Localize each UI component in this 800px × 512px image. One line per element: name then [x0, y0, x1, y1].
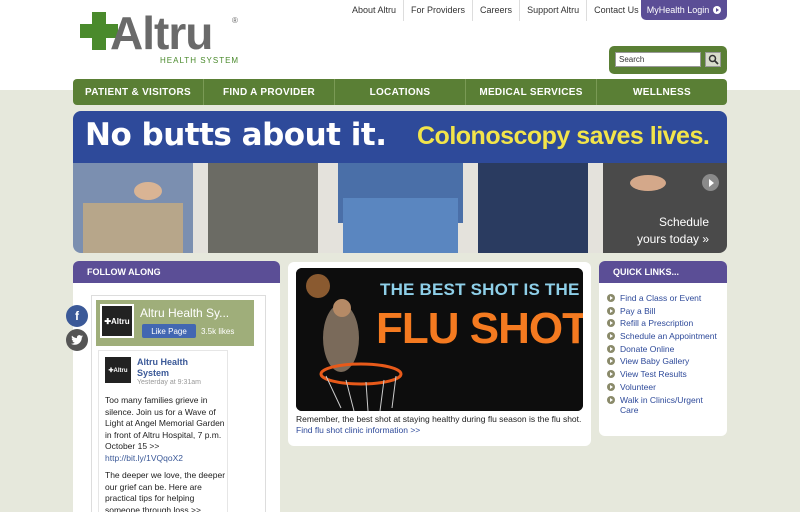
- flu-headline-big: FLU SHOT: [376, 304, 583, 353]
- fb-post-time[interactable]: Yesterday at 9:31am: [137, 379, 201, 386]
- fb-cover: ✚Altru Altru Health Sy... Like Page 3.5k…: [96, 300, 254, 346]
- hero-banner[interactable]: No butts about it. Colonoscopy saves liv…: [73, 111, 727, 253]
- quick-link-test-results[interactable]: View Test Results: [607, 369, 723, 379]
- logo-text: Altru: [110, 7, 213, 59]
- arrow-bullet-icon: [607, 319, 615, 328]
- main-nav: PATIENT & VISITORS FIND A PROVIDER LOCAT…: [73, 79, 727, 105]
- flu-shot-banner[interactable]: THE BEST SHOT IS THE FLU SHOT: [296, 268, 583, 411]
- fb-like-label: Like Page: [151, 326, 187, 336]
- arrow-bullet-icon: [607, 357, 615, 366]
- arrow-bullet-icon: [607, 294, 615, 302]
- nav-locations[interactable]: LOCATIONS: [334, 79, 465, 105]
- hero-cta-line1: Schedule: [658, 215, 709, 229]
- fb-post-author[interactable]: Altru Health System: [137, 357, 217, 379]
- flu-shot-panel: THE BEST SHOT IS THE FLU SHOT Remember, …: [288, 262, 591, 446]
- arrow-bullet-icon: [607, 370, 615, 379]
- hero-headline-band: No butts about it. Colonoscopy saves liv…: [73, 111, 727, 163]
- quick-links-title: QUICK LINKS...: [599, 261, 727, 283]
- fb-page-name[interactable]: Altru Health Sy...: [140, 306, 229, 320]
- quick-link-label: Walk in Clinics/Urgent Care: [620, 394, 703, 415]
- fb-post-link[interactable]: http://bit.ly/1VQqoX2: [105, 453, 183, 463]
- nav-wellness[interactable]: WELLNESS: [596, 79, 727, 105]
- quick-link-baby-gallery[interactable]: View Baby Gallery: [607, 356, 723, 366]
- fb-post: ✚Altru Altru Health System Yesterday at …: [98, 350, 228, 512]
- link-contact[interactable]: Contact Us: [586, 0, 646, 21]
- flu-caption-text: Remember, the best shot at staying healt…: [296, 414, 582, 424]
- quick-link-schedule[interactable]: Schedule an Appointment: [607, 331, 723, 341]
- quick-link-label: Volunteer: [620, 381, 656, 392]
- search-box: [609, 46, 727, 74]
- facebook-icon[interactable]: f: [66, 305, 88, 327]
- fb-like-button[interactable]: Like Page: [142, 324, 196, 338]
- hero-photo: [73, 163, 727, 253]
- carousel-next-button[interactable]: [702, 174, 719, 191]
- nav-patient-visitors[interactable]: PATIENT & VISITORS: [73, 79, 203, 105]
- hero-tagline: Colonoscopy saves lives.: [417, 122, 710, 150]
- link-careers[interactable]: Careers: [472, 0, 519, 21]
- hero-cta-line2: yours today »: [636, 232, 709, 246]
- quick-link-walk-in[interactable]: Walk in Clinics/Urgent Care: [607, 395, 723, 415]
- quick-link-label: Pay a Bill: [620, 305, 656, 316]
- follow-along-title: FOLLOW ALONG: [73, 261, 280, 283]
- nav-medical-services[interactable]: MEDICAL SERVICES: [465, 79, 596, 105]
- fb-post-text: Too many families grieve in silence. Joi…: [105, 395, 225, 451]
- hero-cta[interactable]: Schedule yours today »: [637, 214, 709, 248]
- quick-link-label: Donate Online: [620, 343, 675, 354]
- quick-links-list: Find a Class or Event Pay a Bill Refill …: [607, 293, 723, 417]
- arrow-circle-icon: [713, 6, 722, 14]
- quick-link-find-class[interactable]: Find a Class or Event: [607, 293, 723, 303]
- nav-find-provider[interactable]: FIND A PROVIDER: [203, 79, 334, 105]
- flu-clinic-link[interactable]: Find flu shot clinic information >>: [296, 425, 420, 435]
- quick-link-pay-bill[interactable]: Pay a Bill: [607, 306, 723, 316]
- quick-link-label: View Test Results: [620, 369, 687, 380]
- search-input[interactable]: [615, 52, 701, 67]
- quick-link-volunteer[interactable]: Volunteer: [607, 382, 723, 392]
- logo-subtitle: HEALTH SYSTEM: [160, 56, 240, 65]
- flu-headline: THE BEST SHOT IS THE: [380, 280, 580, 299]
- myhealth-label: MyHealth Login: [646, 5, 710, 15]
- link-support[interactable]: Support Altru: [519, 0, 586, 21]
- link-about[interactable]: About Altru: [345, 0, 403, 21]
- twitter-icon[interactable]: [66, 329, 88, 351]
- quick-links-panel: QUICK LINKS... Find a Class or Event Pay…: [599, 261, 727, 436]
- arrow-bullet-icon: [607, 395, 615, 404]
- quick-link-donate[interactable]: Donate Online: [607, 344, 723, 354]
- quick-link-refill[interactable]: Refill a Prescription: [607, 318, 723, 328]
- arrow-bullet-icon: [607, 306, 615, 315]
- quick-link-label: Refill a Prescription: [620, 318, 694, 329]
- flu-caption: Remember, the best shot at staying healt…: [296, 414, 586, 436]
- fb-post-avatar[interactable]: ✚Altru: [105, 357, 131, 383]
- facebook-widget: ✚Altru Altru Health Sy... Like Page 3.5k…: [91, 295, 266, 512]
- hero-headline: No butts about it.: [85, 117, 387, 153]
- follow-along-panel: FOLLOW ALONG ✚Altru Altru Health Sy... L…: [73, 261, 280, 512]
- fb-post-text2: The deeper we love, the deeper our grief…: [105, 470, 226, 512]
- arrow-bullet-icon: [607, 344, 615, 353]
- arrow-bullet-icon: [607, 332, 615, 341]
- fb-likes-count: 3.5k likes: [201, 327, 235, 336]
- search-button[interactable]: [705, 52, 721, 67]
- registered-mark: ®: [232, 16, 238, 25]
- arrow-bullet-icon: [607, 382, 615, 391]
- quick-link-label: Schedule an Appointment: [620, 331, 717, 342]
- quick-link-label: Find a Class or Event: [620, 293, 702, 303]
- fb-post-body: Too many families grieve in silence. Joi…: [105, 395, 229, 512]
- myhealth-login-button[interactable]: MyHealth Login: [641, 0, 727, 20]
- quick-link-label: View Baby Gallery: [620, 356, 690, 367]
- fb-page-logo[interactable]: ✚Altru: [100, 304, 134, 338]
- twitter-bird-shape: [71, 335, 83, 345]
- search-icon: [708, 54, 719, 65]
- link-providers[interactable]: For Providers: [403, 0, 472, 21]
- utility-links: About Altru For Providers Careers Suppor…: [345, 0, 646, 21]
- altru-logo[interactable]: Altru ® HEALTH SYSTEM: [80, 7, 250, 68]
